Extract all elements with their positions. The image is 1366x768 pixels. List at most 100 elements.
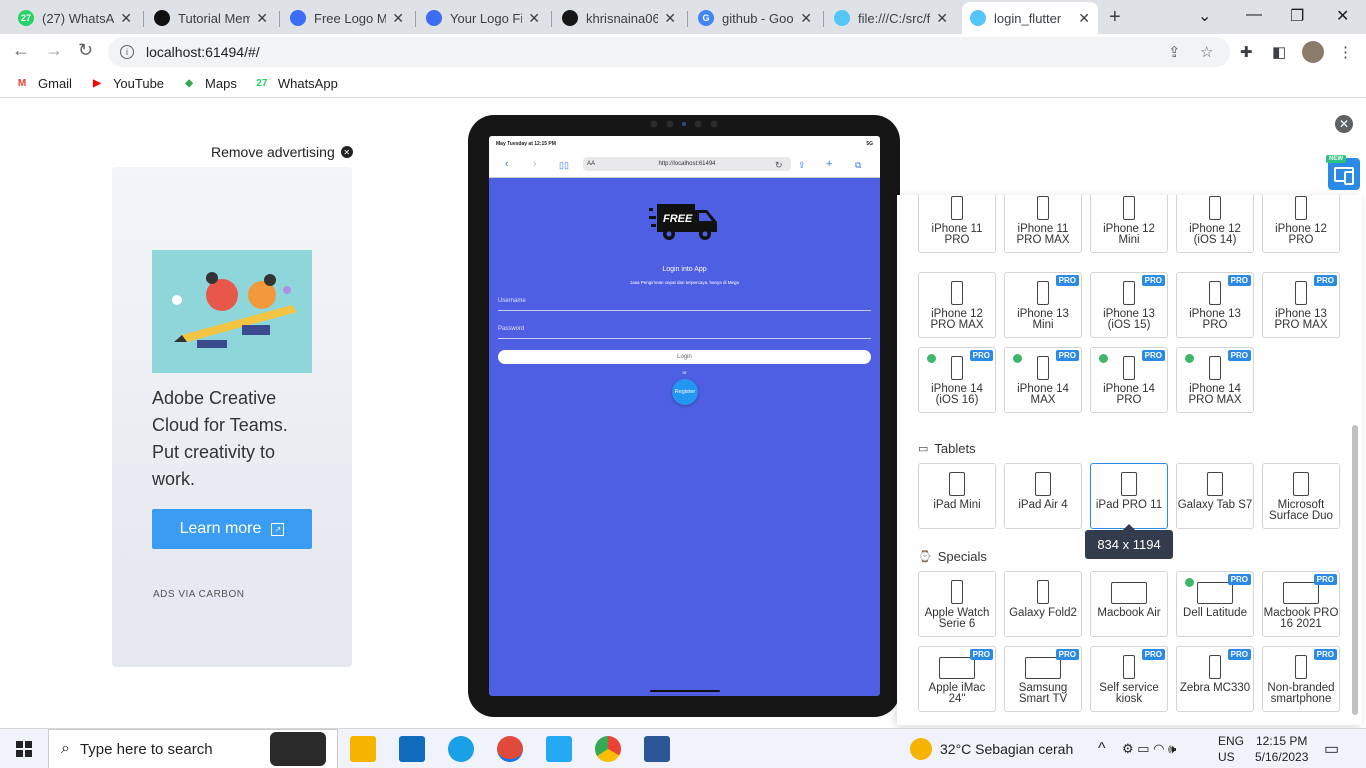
weather-widget[interactable]: 32°C Sebagian cerah (910, 729, 1073, 768)
panel-scrollbar[interactable] (1352, 425, 1358, 715)
safari-newtab-icon[interactable]: + (826, 158, 832, 170)
device-card[interactable]: iPad Mini (918, 463, 996, 529)
word-icon[interactable] (644, 736, 670, 762)
profile-avatar[interactable] (1302, 41, 1324, 63)
browser-tab[interactable]: khrisnaina06/ ✕ (554, 4, 684, 32)
learn-more-button[interactable]: Learn more ↗ (152, 509, 312, 549)
device-card[interactable]: Macbook Air (1090, 571, 1168, 637)
device-card[interactable]: Macbook PRO 16 2021 PRO (1262, 571, 1340, 637)
browser-tab[interactable]: Ggithub - Goog ✕ (690, 4, 820, 32)
safari-aa-button[interactable]: AA (587, 161, 595, 167)
bookmark-star-icon[interactable]: ☆ (1200, 43, 1213, 61)
device-card[interactable]: iPhone 14 (iOS 16) PRO (918, 347, 996, 413)
site-info-icon[interactable]: i (120, 45, 134, 59)
responsive-devices-toggle[interactable]: NEW (1326, 155, 1360, 190)
device-card[interactable]: Dell Latitude PRO (1176, 571, 1254, 637)
safari-forward-icon[interactable]: › (533, 158, 537, 170)
ad-text[interactable]: Adobe Creative Cloud for Teams. Put crea… (152, 385, 312, 493)
camera-icon[interactable] (270, 732, 326, 766)
menu-icon[interactable]: ⋮ (1338, 43, 1353, 61)
ad-illustration[interactable] (152, 250, 312, 373)
safari-share-icon[interactable]: ⇪ (798, 160, 806, 171)
device-card[interactable]: iPhone 11 PRO (918, 195, 996, 253)
edge-icon[interactable] (448, 736, 474, 762)
chrome-profile-icon[interactable] (497, 736, 523, 762)
forward-icon[interactable]: → (45, 40, 63, 61)
browser-tab[interactable]: Free Logo Ma ✕ (282, 4, 412, 32)
device-card[interactable]: Apple Watch Serie 6 (918, 571, 996, 637)
tab-close-icon[interactable]: ✕ (1078, 10, 1090, 27)
mail-icon[interactable] (399, 736, 425, 762)
bookmark-item[interactable]: ▶ YouTube (89, 76, 164, 92)
tab-close-icon[interactable]: ✕ (256, 10, 268, 27)
device-card[interactable]: Zebra MC330 PRO (1176, 646, 1254, 712)
device-card[interactable]: iPhone 13 (iOS 15) PRO (1090, 272, 1168, 338)
browser-tab[interactable]: login_flutter ✕ (962, 2, 1098, 34)
device-card[interactable]: Apple iMac 24" PRO (918, 646, 996, 712)
language-indicator[interactable]: ENG US (1218, 733, 1244, 765)
device-card[interactable]: iPhone 13 Mini PRO (1004, 272, 1082, 338)
browser-tab[interactable]: Your Logo File ✕ (418, 4, 548, 32)
device-card[interactable]: iPhone 14 PRO MAX PRO (1176, 347, 1254, 413)
notifications-icon[interactable]: ▭ (1324, 729, 1339, 768)
tab-search-icon[interactable]: ⌄ (1198, 6, 1211, 26)
back-icon[interactable]: ← (12, 40, 30, 61)
system-tray-icons[interactable]: ⚙ ▭ ◠ 🕪 (1122, 729, 1176, 768)
bookmark-item[interactable]: 27 WhatsApp (254, 76, 338, 92)
device-card[interactable]: Microsoft Surface Duo (1262, 463, 1340, 529)
close-window-button[interactable]: ✕ (1336, 6, 1349, 26)
chrome-icon[interactable] (595, 736, 621, 762)
device-card[interactable]: iPhone 13 PRO PRO (1176, 272, 1254, 338)
extensions-icon[interactable]: ✚ (1240, 43, 1253, 61)
ads-via-carbon-link[interactable]: ADS VIA CARBON (153, 589, 244, 600)
reload-icon[interactable]: ↻ (78, 40, 93, 61)
username-field[interactable]: Username (498, 298, 871, 311)
tab-close-icon[interactable]: ✕ (392, 10, 404, 27)
login-button[interactable]: Login (498, 350, 871, 364)
password-field[interactable]: Password (498, 326, 871, 339)
file-explorer-icon[interactable] (350, 736, 376, 762)
windows-start-icon[interactable] (16, 741, 32, 757)
browser-tab[interactable]: Tutorial Mem ✕ (146, 4, 276, 32)
tab-close-icon[interactable]: ✕ (120, 10, 132, 27)
device-card[interactable]: iPhone 12 PRO MAX (918, 272, 996, 338)
device-card[interactable]: iPad Air 4 (1004, 463, 1082, 529)
safari-reload-icon[interactable]: ↻ (775, 160, 783, 171)
share-icon[interactable]: ⇪ (1168, 43, 1181, 61)
vscode-icon[interactable] (546, 736, 572, 762)
safari-back-icon[interactable]: ‹ (505, 158, 509, 170)
tab-close-icon[interactable]: ✕ (936, 10, 948, 27)
device-card[interactable]: Galaxy Tab S7 (1176, 463, 1254, 529)
device-card[interactable]: iPhone 12 (iOS 14) (1176, 195, 1254, 253)
tab-close-icon[interactable]: ✕ (800, 10, 812, 27)
tab-close-icon[interactable]: ✕ (664, 10, 676, 27)
close-extension-icon[interactable]: ✕ (1335, 115, 1353, 133)
bookmark-item[interactable]: ◆ Maps (181, 76, 237, 92)
device-card[interactable]: iPad PRO 11 (1090, 463, 1168, 529)
browser-tab[interactable]: file:///C:/src/f ✕ (826, 4, 956, 32)
safari-tabs-icon[interactable]: ⧉ (855, 160, 861, 171)
maximize-button[interactable]: ❐ (1290, 6, 1304, 26)
device-card[interactable]: Samsung Smart TV PRO (1004, 646, 1082, 712)
device-card[interactable]: iPhone 12 PRO (1262, 195, 1340, 253)
safari-reader-icon[interactable]: ▯▯ (559, 160, 569, 171)
device-card[interactable]: iPhone 13 PRO MAX PRO (1262, 272, 1340, 338)
taskbar-clock[interactable]: 12:15 PM 5/16/2023 (1255, 733, 1308, 765)
side-panel-icon[interactable]: ◧ (1272, 43, 1286, 61)
safari-address-bar[interactable]: http://localhost:61494 (583, 157, 791, 171)
show-hidden-icons[interactable]: ^ (1098, 729, 1106, 768)
device-card[interactable]: iPhone 11 PRO MAX (1004, 195, 1082, 253)
device-card[interactable]: Non-branded smartphone PRO (1262, 646, 1340, 712)
device-card[interactable]: Galaxy Fold2 (1004, 571, 1082, 637)
tab-close-icon[interactable]: ✕ (528, 10, 540, 27)
bookmark-item[interactable]: M Gmail (14, 76, 72, 92)
minimize-button[interactable]: — (1246, 6, 1262, 24)
device-card[interactable]: iPhone 14 PRO PRO (1090, 347, 1168, 413)
device-card[interactable]: Self service kiosk PRO (1090, 646, 1168, 712)
remove-advertising-link[interactable]: Remove advertising ✕ (211, 144, 353, 160)
device-card[interactable]: iPhone 14 MAX PRO (1004, 347, 1082, 413)
device-card[interactable]: iPhone 12 Mini (1090, 195, 1168, 253)
register-button[interactable]: Register (672, 379, 698, 405)
address-bar[interactable]: i localhost:61494/#/ (108, 37, 1230, 67)
new-tab-button[interactable]: + (1109, 6, 1121, 29)
